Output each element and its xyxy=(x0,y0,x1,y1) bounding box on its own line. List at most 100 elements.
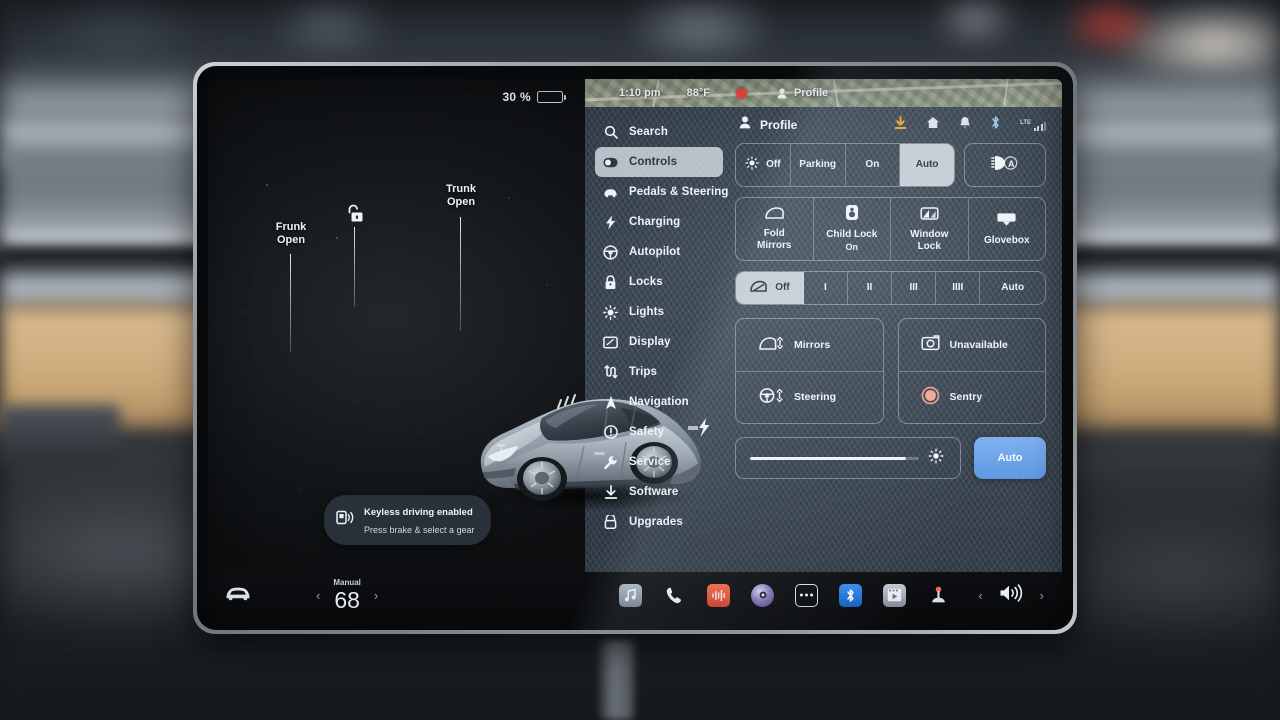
dashcam-button[interactable]: Unavailable xyxy=(899,319,1046,371)
frunk-leader-line xyxy=(290,254,292,352)
bottom-taskbar[interactable]: ‹ Manual 68 › ‹ › xyxy=(208,572,1062,618)
sidebar-item-display[interactable]: Display xyxy=(595,327,723,357)
sidebar-item-search[interactable]: Search xyxy=(595,117,723,147)
mirrors-adjust-button[interactable]: Mirrors xyxy=(736,319,883,371)
sidebar-item-trips[interactable]: Trips xyxy=(595,357,723,387)
controls-panel[interactable]: 1:10 pm 88°F Profile Search Controls Ped… xyxy=(585,79,1062,572)
headlight-on-option[interactable]: On xyxy=(846,144,901,186)
child-lock-button[interactable]: Child Lock On xyxy=(814,198,891,260)
volume-icon[interactable] xyxy=(999,583,1024,607)
wiper-speed-1-option[interactable]: I xyxy=(804,272,848,304)
climate-readout[interactable]: Manual 68 xyxy=(333,578,361,613)
headlight-mode-group[interactable]: Off Parking On Auto xyxy=(735,143,955,187)
outside-temperature-label: 88°F xyxy=(686,87,710,99)
trunk-leader-line xyxy=(460,217,462,331)
child-lock-label: Child Lock xyxy=(826,229,878,240)
sidebar-item-software[interactable]: Software xyxy=(595,477,723,507)
more-icon[interactable] xyxy=(795,583,819,607)
arcade-icon[interactable] xyxy=(927,584,950,607)
app-launcher-icons[interactable] xyxy=(619,583,950,607)
download-icon xyxy=(603,484,618,500)
sidebar-item-upgrades[interactable]: Upgrades xyxy=(595,507,723,537)
fold-mirrors-button[interactable]: Fold Mirrors xyxy=(736,198,814,260)
volume-decrease-button[interactable]: ‹ xyxy=(978,588,982,603)
brightness-auto-label: Auto xyxy=(997,452,1023,464)
map-location-marker-icon[interactable] xyxy=(735,87,747,99)
climate-control[interactable]: ‹ Manual 68 › xyxy=(316,578,378,613)
headlight-parking-option[interactable]: Parking xyxy=(791,144,846,186)
volume-control[interactable]: ‹ › xyxy=(978,583,1062,607)
map-profile-icon[interactable] xyxy=(777,87,787,99)
trunk-label-line2: Open xyxy=(446,196,476,208)
dashcam-label: Unavailable xyxy=(949,338,1008,351)
frunk-label-line2: Open xyxy=(276,234,306,246)
quick-toggles-row[interactable]: Fold Mirrors Child Lock On Window Lock G… xyxy=(735,197,1046,261)
bluetooth-icon[interactable] xyxy=(839,583,863,607)
toast-title: Keyless driving enabled xyxy=(364,507,473,518)
sidebar-item-controls[interactable]: Controls xyxy=(595,147,723,177)
keyless-driving-toast[interactable]: Keyless driving enabled Press brake & se… xyxy=(324,495,491,545)
wiper-speed-2-option[interactable]: II xyxy=(848,272,893,304)
wiper-speed-3-option[interactable]: III xyxy=(892,272,937,304)
temperature-decrease-button[interactable]: ‹ xyxy=(316,588,320,603)
controls-content[interactable]: Profile LTE Off Parking On Auto A Fold M… xyxy=(731,107,1062,572)
headlight-parking-label: Parking xyxy=(799,159,836,170)
lte-signal-icon[interactable]: LTE xyxy=(1020,120,1046,131)
car-status-view[interactable]: 30 % Frunk Open Trunk Open Keyless drivi… xyxy=(208,79,710,572)
touchscreen-device: 30 % Frunk Open Trunk Open Keyless drivi… xyxy=(193,62,1077,634)
brightness-auto-button[interactable]: Auto xyxy=(974,437,1046,479)
volume-increase-button[interactable]: › xyxy=(1040,588,1044,603)
mirrors-adjust-label: Mirrors xyxy=(794,338,831,351)
fold-mirrors-label: Fold xyxy=(763,228,785,239)
touchscreen-display[interactable]: 30 % Frunk Open Trunk Open Keyless drivi… xyxy=(208,79,1062,618)
bell-icon[interactable] xyxy=(959,116,971,135)
window-lock-label: Window xyxy=(910,228,949,240)
brightness-slider[interactable] xyxy=(735,437,961,479)
home-icon[interactable] xyxy=(926,116,940,134)
browser-icon[interactable] xyxy=(751,583,775,607)
brightness-row[interactable]: Auto xyxy=(735,437,1046,479)
profile-row[interactable]: Profile LTE xyxy=(735,111,1046,139)
wiper-auto-label: Auto xyxy=(1001,282,1025,293)
adjust-left-column[interactable]: Mirrors Steering xyxy=(735,318,884,424)
controls-sidebar[interactable]: Search Controls Pedals & Steering Chargi… xyxy=(585,107,731,572)
tuner-icon[interactable] xyxy=(707,583,731,607)
glovebox-button[interactable]: Glovebox xyxy=(969,198,1046,260)
sidebar-item-label: Upgrades xyxy=(629,516,683,528)
auto-high-beam-button[interactable]: A xyxy=(964,143,1046,187)
unlock-icon[interactable] xyxy=(344,203,365,230)
sidebar-item-lights[interactable]: Lights xyxy=(595,297,723,327)
sentry-mode-button[interactable]: Sentry xyxy=(898,370,1045,424)
headlight-auto-option[interactable]: Auto xyxy=(900,144,954,186)
brightness-slider-track[interactable] xyxy=(750,456,919,460)
wiper-speed-row[interactable]: Off I II III IIII Auto xyxy=(735,271,1046,305)
battery-indicator[interactable]: 30 % xyxy=(502,90,567,104)
adjust-right-column[interactable]: Unavailable Sentry xyxy=(897,318,1046,424)
climate-temperature-label: 68 xyxy=(334,586,360,613)
adjustments-grid[interactable]: Mirrors Steering Unavailable Sentry xyxy=(735,318,1046,424)
window-lock-button[interactable]: Window Lock xyxy=(891,198,969,260)
wiper-off-option[interactable]: Off xyxy=(736,272,804,304)
wiper-speed-4-option[interactable]: IIII xyxy=(936,272,981,304)
sidebar-item-service[interactable]: Service xyxy=(595,447,723,477)
headlights-row[interactable]: Off Parking On Auto A xyxy=(735,143,1046,187)
car-front-icon[interactable] xyxy=(224,585,252,606)
sidebar-item-safety[interactable]: Safety xyxy=(595,417,723,447)
sidebar-item-pedals-steering[interactable]: Pedals & Steering xyxy=(595,177,728,207)
headlight-off-option[interactable]: Off xyxy=(736,144,791,186)
sidebar-item-autopilot[interactable]: Autopilot xyxy=(595,237,723,267)
media-icon[interactable] xyxy=(619,583,643,607)
phone-icon[interactable] xyxy=(663,584,686,607)
download-icon[interactable] xyxy=(894,115,907,135)
theater-icon[interactable] xyxy=(883,583,907,607)
steering-adjust-button[interactable]: Steering xyxy=(736,370,883,424)
sidebar-item-charging[interactable]: Charging xyxy=(595,207,723,237)
trips-icon xyxy=(603,365,618,380)
bluetooth-icon[interactable] xyxy=(990,115,1001,135)
sentry-label: Sentry xyxy=(949,391,983,404)
temperature-increase-button[interactable]: › xyxy=(374,588,378,603)
map-status-bar: 1:10 pm 88°F Profile xyxy=(585,79,1062,107)
wiper-auto-option[interactable]: Auto xyxy=(980,272,1045,304)
sidebar-item-navigation[interactable]: Navigation xyxy=(595,387,723,417)
sidebar-item-locks[interactable]: Locks xyxy=(595,267,723,297)
